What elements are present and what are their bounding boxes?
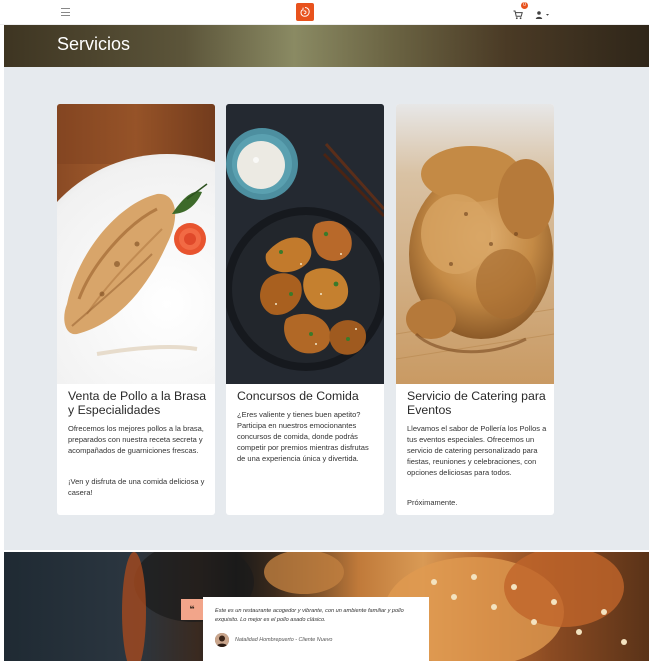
roast-chicken-image: [396, 104, 554, 384]
service-description: Próximamente.: [407, 498, 458, 507]
chicken-wings-image: [226, 104, 384, 384]
service-title: Concursos de Comida: [237, 389, 359, 403]
service-title: Servicio de Catering para Eventos: [407, 389, 546, 417]
avatar: [215, 633, 229, 647]
page-title: Servicios: [57, 34, 131, 54]
top-navbar: 0: [0, 0, 649, 25]
cart-count-badge: 0: [521, 2, 528, 9]
hamburger-icon[interactable]: [61, 8, 70, 16]
service-description: ¿Eres valiente y tienes buen apetito? Pa…: [237, 410, 369, 463]
chicken-logo-icon[interactable]: [296, 3, 314, 21]
service-card-catering[interactable]: Servicio de Catering para Eventos Llevam…: [396, 104, 554, 515]
quote-icon: ❝: [181, 599, 203, 620]
service-card-rotisserie[interactable]: Venta de Pollo a la Brasa y Especialidad…: [57, 104, 215, 515]
user-icon[interactable]: [535, 7, 551, 19]
service-card-eating-contests[interactable]: Concursos de Comida ¿Eres valiente y tie…: [226, 104, 384, 515]
page-banner: Servicios: [4, 25, 649, 67]
grilled-chicken-image: [57, 104, 215, 384]
testimonial-author: Natalidad Hombrepuerto - Cliente Nuevo: [235, 637, 333, 643]
service-description: Llevamos el sabor de Pollería los Pollos…: [407, 424, 547, 477]
service-title: Venta de Pollo a la Brasa y Especialidad…: [68, 389, 207, 417]
service-description: ¡Ven y disfruta de una comida deliciosa …: [68, 477, 205, 497]
service-description: Ofrecemos los mejores pollos a la brasa,…: [68, 424, 204, 455]
testimonial-quote: Este es un restaurante acogedor y vibran…: [215, 608, 404, 623]
cart-icon[interactable]: [513, 7, 523, 20]
